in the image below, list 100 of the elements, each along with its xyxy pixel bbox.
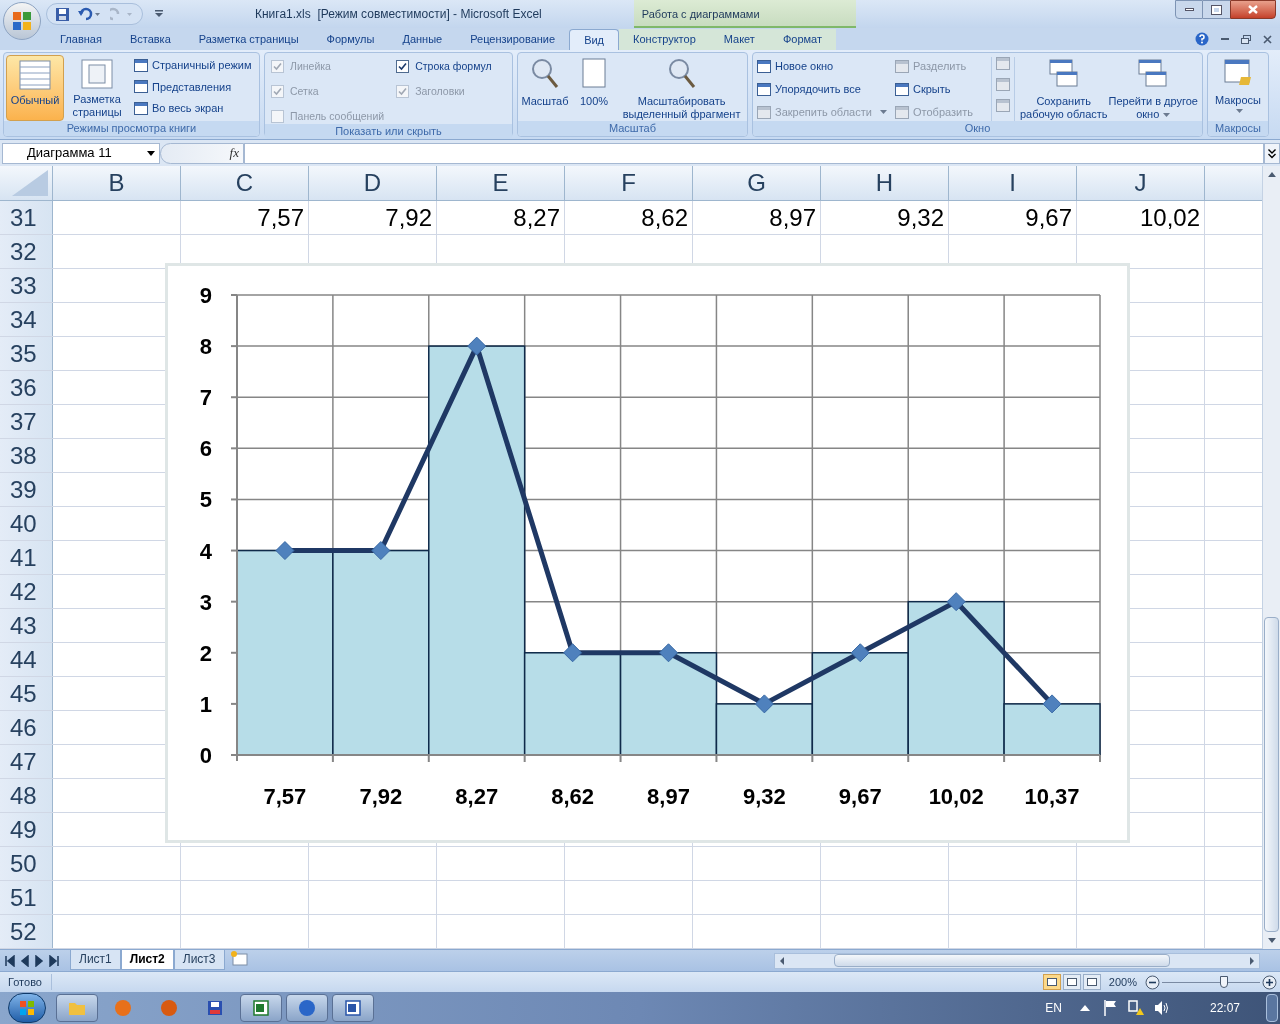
- view-button[interactable]: Представления: [134, 78, 252, 95]
- zoom-button[interactable]: Масштаб: [522, 57, 568, 121]
- ribbon-tab[interactable]: Формулы: [312, 29, 389, 50]
- window-command[interactable]: Упорядочить все: [757, 80, 895, 98]
- column-header[interactable]: I: [949, 166, 1077, 200]
- vertical-scrollbar[interactable]: [1262, 166, 1280, 949]
- zoom-slider-thumb[interactable]: [1219, 976, 1228, 988]
- start-button[interactable]: [8, 993, 46, 1023]
- speaker-icon[interactable]: [1153, 1000, 1170, 1016]
- ribbon-tab[interactable]: Вставка: [115, 29, 185, 50]
- ribbon-tab[interactable]: Формат: [768, 29, 836, 50]
- window-large-button[interactable]: Сохранить рабочую область: [1019, 57, 1109, 121]
- window-command[interactable]: Скрыть: [895, 80, 987, 98]
- office-button[interactable]: [3, 2, 41, 40]
- ribbon-tab[interactable]: Разметка страницы: [184, 29, 313, 50]
- flag-icon[interactable]: [1103, 1000, 1118, 1016]
- window-large-button[interactable]: Перейти в другое окно: [1108, 57, 1198, 121]
- minimize-button[interactable]: [1175, 0, 1203, 19]
- column-header[interactable]: H: [821, 166, 949, 200]
- row-header[interactable]: 44: [0, 643, 53, 676]
- row-header[interactable]: 37: [0, 405, 53, 438]
- expand-icon[interactable]: [1264, 142, 1280, 164]
- save-icon[interactable]: [55, 6, 70, 22]
- view-button[interactable]: Во весь экран: [134, 100, 252, 117]
- ribbon-tab[interactable]: Главная: [46, 29, 116, 50]
- row-header[interactable]: 49: [0, 813, 53, 846]
- ribbon-tab[interactable]: Данные: [388, 29, 457, 50]
- taskbar-app[interactable]: [56, 994, 98, 1022]
- language-indicator[interactable]: EN: [1045, 999, 1062, 1017]
- column-header[interactable]: C: [181, 166, 309, 200]
- view-mode-toggle[interactable]: [1042, 974, 1061, 990]
- row-header[interactable]: 42: [0, 575, 53, 608]
- column-header[interactable]: B: [53, 166, 181, 200]
- row-header[interactable]: 41: [0, 541, 53, 574]
- row-header[interactable]: 40: [0, 507, 53, 540]
- window-command[interactable]: Новое окно: [757, 57, 895, 75]
- name-box[interactable]: Диаграмма 11: [2, 142, 160, 164]
- zoom-level[interactable]: 200%: [1108, 973, 1137, 991]
- sheet-tab[interactable]: Лист1: [70, 950, 121, 970]
- view-mode-toggle[interactable]: [1082, 974, 1101, 990]
- checkbox[interactable]: [396, 60, 410, 74]
- view-mode-button[interactable]: Обычный: [6, 55, 64, 121]
- restore-icon[interactable]: [1241, 34, 1251, 44]
- column-header[interactable]: G: [693, 166, 821, 200]
- row-header[interactable]: 48: [0, 779, 53, 812]
- row-header[interactable]: 31: [0, 201, 53, 234]
- row-header[interactable]: 46: [0, 711, 53, 744]
- restore-button[interactable]: [1203, 0, 1230, 19]
- ribbon-tab[interactable]: Вид: [569, 29, 620, 50]
- column-header[interactable]: D: [309, 166, 437, 200]
- taskbar-app[interactable]: [286, 994, 328, 1022]
- horizontal-scrollbar[interactable]: [774, 952, 1260, 969]
- ribbon-tab[interactable]: Конструктор: [619, 29, 710, 50]
- row-header[interactable]: 50: [0, 847, 53, 880]
- zoom-out-icon[interactable]: [1145, 974, 1160, 990]
- row-header[interactable]: 47: [0, 745, 53, 778]
- insert-function-button[interactable]: fx: [160, 142, 244, 164]
- zoom-button[interactable]: 100%: [572, 57, 617, 121]
- customize-menu-icon[interactable]: [155, 10, 163, 18]
- scroll-thumb[interactable]: [1264, 616, 1279, 933]
- taskbar-app[interactable]: [240, 994, 282, 1022]
- show-hidden-icons-icon[interactable]: [1079, 1005, 1090, 1011]
- column-header[interactable]: E: [437, 166, 565, 200]
- row-header[interactable]: 38: [0, 439, 53, 472]
- row-header[interactable]: 52: [0, 915, 53, 948]
- formula-field[interactable]: [244, 142, 1264, 164]
- undo-icon[interactable]: [78, 7, 102, 21]
- close-button[interactable]: [1230, 0, 1276, 19]
- view-mode-button[interactable]: Разметка страницы: [68, 55, 126, 121]
- row-header[interactable]: 51: [0, 881, 53, 914]
- sheet-navigation-icon[interactable]: [4, 954, 62, 967]
- zoom-in-icon[interactable]: [1262, 974, 1277, 990]
- row-header[interactable]: 36: [0, 371, 53, 404]
- column-header[interactable]: F: [565, 166, 693, 200]
- zoom-slider[interactable]: [1162, 975, 1260, 989]
- minimize-icon[interactable]: [1221, 37, 1229, 41]
- sheet-tab[interactable]: Лист3: [173, 950, 225, 970]
- row-header[interactable]: 35: [0, 337, 53, 370]
- zoom-button[interactable]: Масштабировать выделенный фрагмент: [620, 57, 743, 121]
- view-button[interactable]: Страничный режим: [134, 57, 252, 74]
- dropdown-icon[interactable]: [147, 150, 155, 156]
- close-icon[interactable]: [1263, 34, 1272, 44]
- view-mode-toggle[interactable]: [1062, 974, 1081, 990]
- row-header[interactable]: 34: [0, 303, 53, 336]
- row-header[interactable]: 43: [0, 609, 53, 642]
- row-header[interactable]: 39: [0, 473, 53, 506]
- column-header[interactable]: J: [1077, 166, 1205, 200]
- chart[interactable]: 0 1 2 3 4 5 6 7 8 9 7,57 7,92 8,27 8,62 8,97 9,32 9,67 10,02 10,37: [165, 263, 1130, 843]
- row-header[interactable]: 45: [0, 677, 53, 710]
- show-desktop-button[interactable]: [1266, 994, 1278, 1022]
- clock[interactable]: 22:07: [1209, 999, 1240, 1017]
- scroll-thumb[interactable]: [834, 954, 1170, 967]
- macros-button[interactable]: Макросы: [1215, 57, 1261, 113]
- row-header[interactable]: 33: [0, 269, 53, 302]
- ribbon-tab[interactable]: Макет: [709, 29, 769, 50]
- taskbar-app[interactable]: [332, 994, 374, 1022]
- ribbon-tab[interactable]: Рецензирование: [456, 29, 570, 50]
- sheet-tab[interactable]: Лист2: [120, 950, 174, 970]
- row-header[interactable]: 32: [0, 235, 53, 268]
- network-warning-icon[interactable]: [1127, 1000, 1144, 1016]
